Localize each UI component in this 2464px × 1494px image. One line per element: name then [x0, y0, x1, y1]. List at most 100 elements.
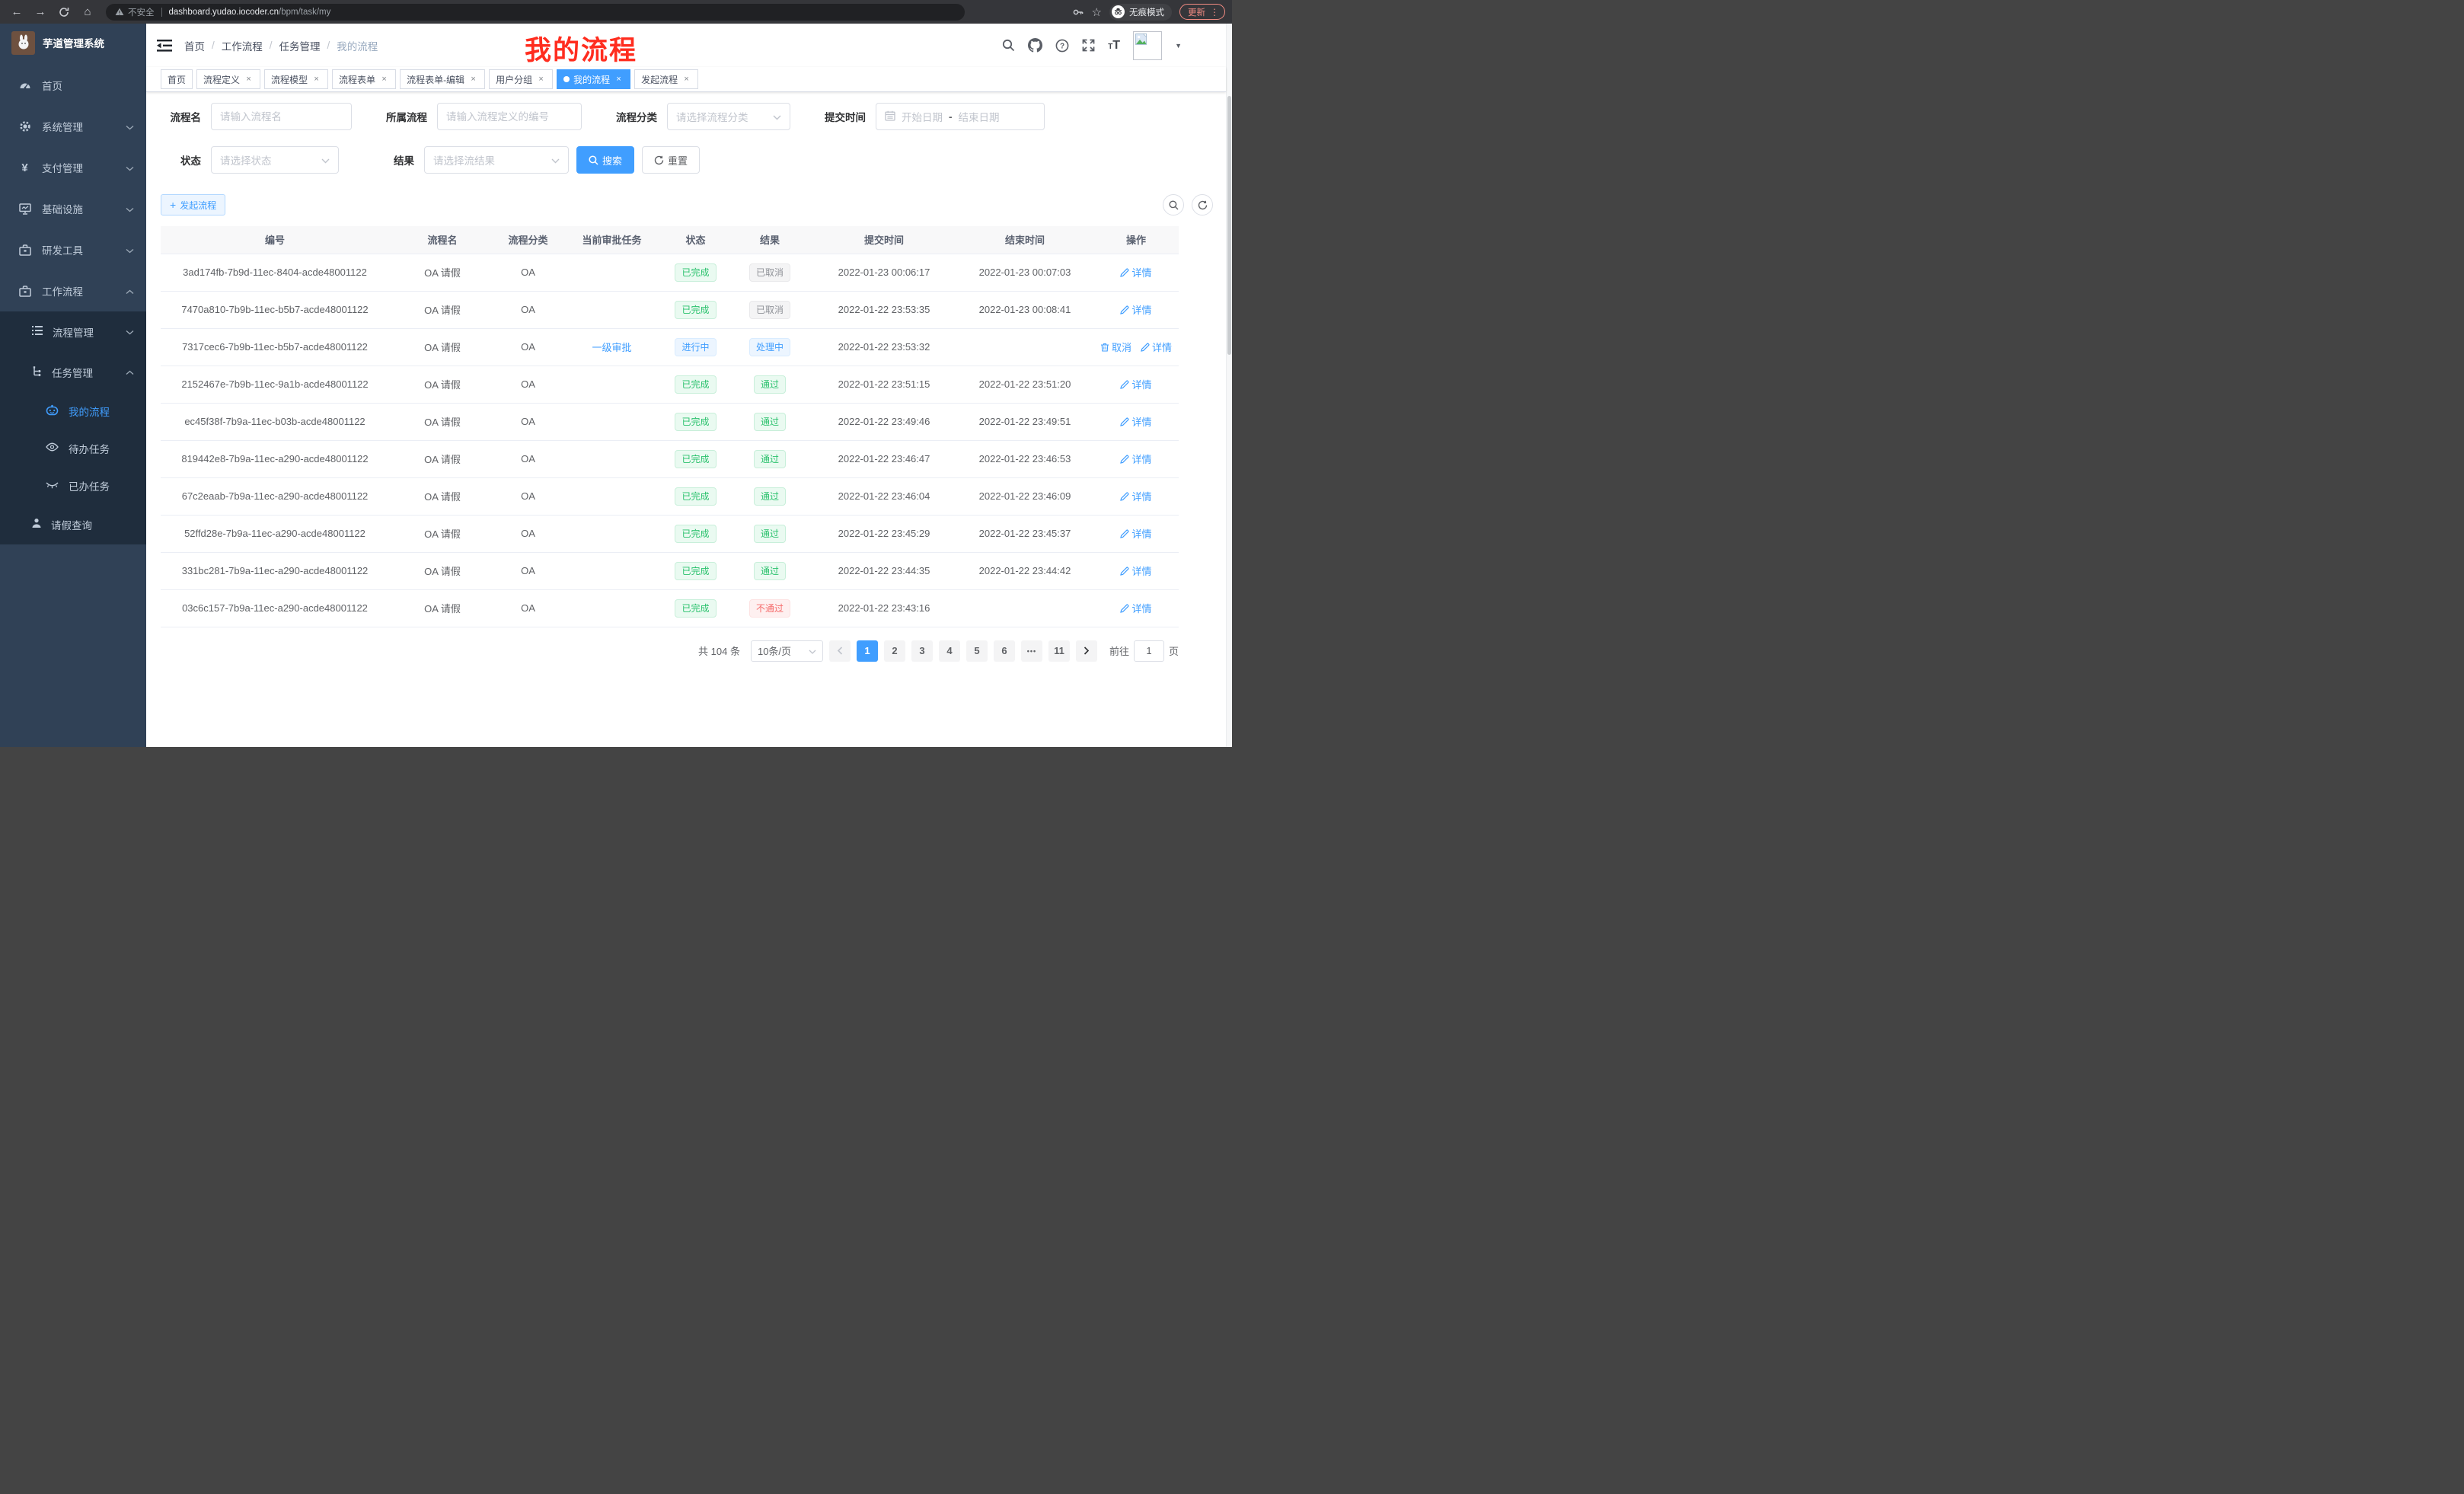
status-select[interactable]: 请选择状态 [211, 146, 339, 174]
bookmark-star-icon[interactable]: ☆ [1092, 5, 1102, 19]
more-pages-button[interactable]: ••• [1021, 640, 1042, 662]
detail-link[interactable]: 详情 [1141, 340, 1172, 354]
password-key-icon[interactable] [1072, 6, 1084, 18]
tab-process-model[interactable]: 流程模型× [264, 69, 328, 89]
detail-link[interactable]: 详情 [1120, 302, 1151, 317]
date-start-placeholder: 开始日期 [902, 109, 943, 124]
cancel-link[interactable]: 取消 [1100, 340, 1131, 354]
github-icon[interactable] [1028, 38, 1042, 53]
page-button-11[interactable]: 11 [1048, 640, 1070, 662]
sidebar-item-leave-query[interactable]: 请假查询 [0, 504, 146, 544]
browser-home-icon[interactable]: ⌂ [81, 5, 94, 19]
close-icon[interactable]: × [614, 75, 624, 84]
app-logo-row[interactable]: 芋道管理系统 [0, 24, 146, 62]
detail-link[interactable]: 详情 [1120, 489, 1151, 503]
page-button-5[interactable]: 5 [966, 640, 988, 662]
tab-process-form[interactable]: 流程表单× [332, 69, 396, 89]
detail-link[interactable]: 详情 [1120, 452, 1151, 466]
font-size-icon[interactable]: TT [1108, 39, 1120, 53]
tab-process-definition[interactable]: 流程定义× [196, 69, 260, 89]
date-end-placeholder: 结束日期 [959, 109, 1000, 124]
close-icon[interactable]: × [681, 75, 691, 84]
browser-forward-icon[interactable]: → [34, 5, 47, 19]
page-scrollbar[interactable] [1226, 24, 1232, 747]
security-warning[interactable]: 不安全 [115, 6, 155, 18]
chevron-up-icon [126, 366, 134, 378]
fullscreen-icon[interactable] [1082, 39, 1095, 52]
reset-button[interactable]: 重置 [642, 146, 700, 174]
sidebar-item-label: 系统管理 [42, 119, 83, 134]
tab-process-form-edit[interactable]: 流程表单-编辑× [400, 69, 485, 89]
detail-link[interactable]: 详情 [1120, 526, 1151, 541]
page-button-1[interactable]: 1 [857, 640, 878, 662]
col-result: 结果 [728, 226, 812, 254]
avatar-caret-icon[interactable]: ▼ [1175, 42, 1182, 49]
page-button-3[interactable]: 3 [911, 640, 933, 662]
sidebar-item-infra[interactable]: 基础设施 [0, 188, 146, 229]
browser-reload-icon[interactable] [57, 5, 71, 19]
process-name-input[interactable] [220, 111, 343, 123]
scrollbar-thumb[interactable] [1227, 96, 1231, 355]
sidebar-item-label: 基础设施 [42, 201, 83, 216]
sidebar-item-done-tasks[interactable]: 已办任务 [0, 467, 146, 504]
close-icon[interactable]: × [536, 75, 546, 84]
next-page-button[interactable] [1076, 640, 1097, 662]
result-select[interactable]: 请选择流结果 [424, 146, 569, 174]
close-icon[interactable]: × [468, 75, 478, 84]
breadcrumb-item[interactable]: 任务管理 [279, 38, 321, 53]
sidebar-item-devtools[interactable]: 研发工具 [0, 229, 146, 270]
browser-update-button[interactable]: 更新 ⋮ [1179, 4, 1225, 20]
detail-link[interactable]: 详情 [1120, 377, 1151, 391]
tab-start-process[interactable]: 发起流程× [634, 69, 698, 89]
detail-link[interactable]: 详情 [1120, 265, 1151, 279]
close-icon[interactable]: × [379, 75, 389, 84]
address-bar[interactable]: 不安全 dashboard.yudao.iocoder.cn/bpm/task/… [106, 4, 965, 21]
breadcrumb-item[interactable]: 工作流程 [222, 38, 263, 53]
close-icon[interactable]: × [244, 75, 254, 84]
goto-page-input[interactable] [1134, 640, 1164, 662]
sidebar-item-workflow[interactable]: 工作流程 [0, 270, 146, 311]
page-button-2[interactable]: 2 [884, 640, 905, 662]
search-icon[interactable] [1002, 39, 1015, 52]
browser-menu-icon[interactable]: ⋮ [1210, 7, 1219, 18]
avatar[interactable] [1133, 31, 1162, 60]
process-definition-input[interactable] [446, 111, 573, 123]
start-process-button[interactable]: + 发起流程 [161, 194, 225, 215]
edit-icon [1120, 305, 1129, 314]
help-icon[interactable]: ? [1055, 39, 1069, 53]
flow-tree-icon [31, 366, 43, 379]
breadcrumb-item[interactable]: 首页 [184, 38, 205, 53]
sidebar-item-process-mgmt[interactable]: 流程管理 [0, 311, 146, 352]
detail-link[interactable]: 详情 [1120, 601, 1151, 615]
page-button-4[interactable]: 4 [939, 640, 960, 662]
page-button-6[interactable]: 6 [994, 640, 1015, 662]
sidebar-item-my-process[interactable]: 我的流程 [0, 392, 146, 429]
show-search-button[interactable] [1163, 194, 1184, 215]
sidebar-collapse-icon[interactable] [157, 39, 172, 53]
date-range-picker[interactable]: 开始日期 - 结束日期 [876, 103, 1045, 130]
page-size-select[interactable]: 10条/页 [751, 640, 823, 662]
refresh-table-button[interactable] [1192, 194, 1213, 215]
detail-link[interactable]: 详情 [1120, 414, 1151, 429]
refresh-icon [1198, 200, 1208, 210]
sidebar-item-todo-tasks[interactable]: 待办任务 [0, 429, 146, 467]
prev-page-button[interactable] [829, 640, 851, 662]
browser-back-icon[interactable]: ← [10, 5, 24, 19]
tab-user-group[interactable]: 用户分组× [489, 69, 553, 89]
table-row: 52ffd28e-7b9a-11ec-a290-acde48001122OA 请… [161, 515, 1179, 552]
sidebar-item-task-mgmt[interactable]: 任务管理 [0, 352, 146, 392]
sidebar-item-system[interactable]: 系统管理 [0, 106, 146, 147]
category-select[interactable]: 请选择流程分类 [667, 103, 790, 130]
close-icon[interactable]: × [311, 75, 321, 84]
sidebar-item-payment[interactable]: ¥ 支付管理 [0, 147, 146, 188]
tab-home[interactable]: 首页 [161, 69, 193, 89]
current-task-link[interactable]: 一级审批 [560, 328, 663, 366]
detail-link[interactable]: 详情 [1120, 563, 1151, 578]
pagination: 共 104 条 10条/页 1 2 3 4 5 6 ••• 11 前往 页 [161, 640, 1179, 662]
search-button[interactable]: 搜索 [576, 146, 634, 174]
tab-my-process[interactable]: 我的流程× [557, 69, 630, 89]
sidebar-item-home[interactable]: 首页 [0, 65, 146, 106]
sidebar-item-label: 流程管理 [53, 324, 94, 340]
goto-page: 前往 页 [1109, 640, 1179, 662]
sidebar-item-label: 请假查询 [51, 517, 92, 532]
